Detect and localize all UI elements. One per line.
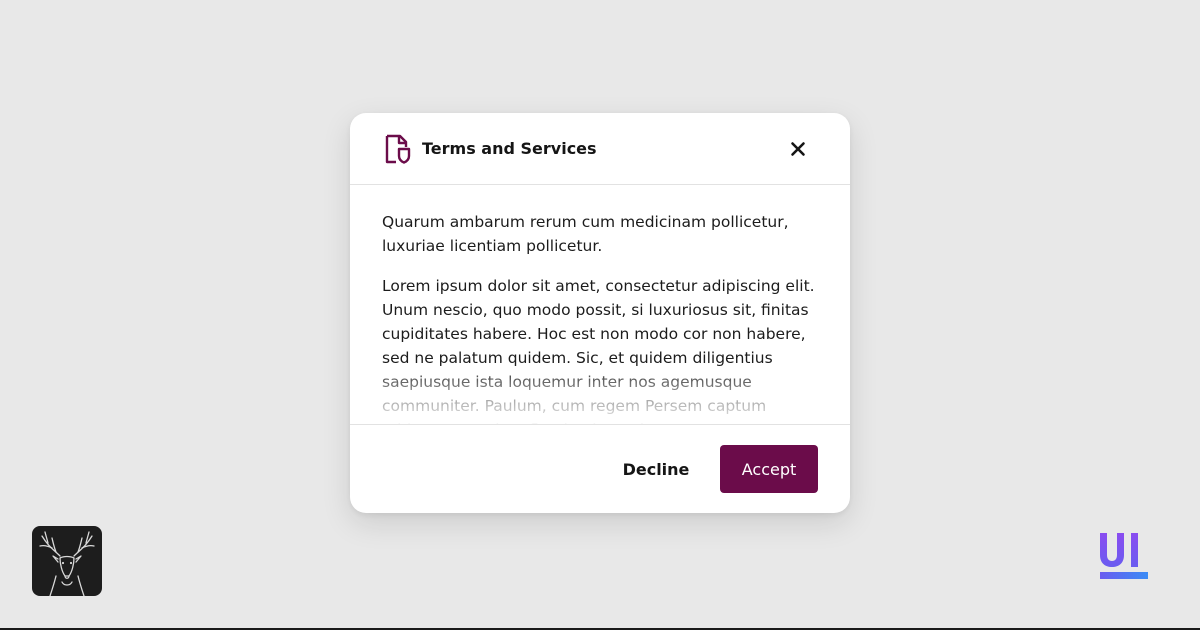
document-shield-icon xyxy=(385,134,411,164)
terms-paragraph: Quarum ambarum rerum cum medicinam polli… xyxy=(382,213,789,255)
dialog-header: Terms and Services xyxy=(350,113,850,185)
accept-button[interactable]: Accept xyxy=(720,445,818,493)
terms-dialog: Terms and Services Quarum ambarum rerum … xyxy=(350,113,850,513)
decline-button[interactable]: Decline xyxy=(606,445,706,493)
dialog-footer: Decline Accept xyxy=(350,424,850,513)
deer-avatar xyxy=(32,526,102,596)
dialog-title: Terms and Services xyxy=(422,139,597,158)
terms-paragraph: Lorem ipsum dolor sit amet, consectetur … xyxy=(382,277,815,424)
close-icon xyxy=(791,142,805,156)
close-button[interactable] xyxy=(784,135,812,163)
ui-logo xyxy=(1100,533,1148,579)
dialog-body[interactable]: Quarum ambarum rerum cum medicinam polli… xyxy=(350,186,850,424)
deer-icon xyxy=(39,531,95,596)
